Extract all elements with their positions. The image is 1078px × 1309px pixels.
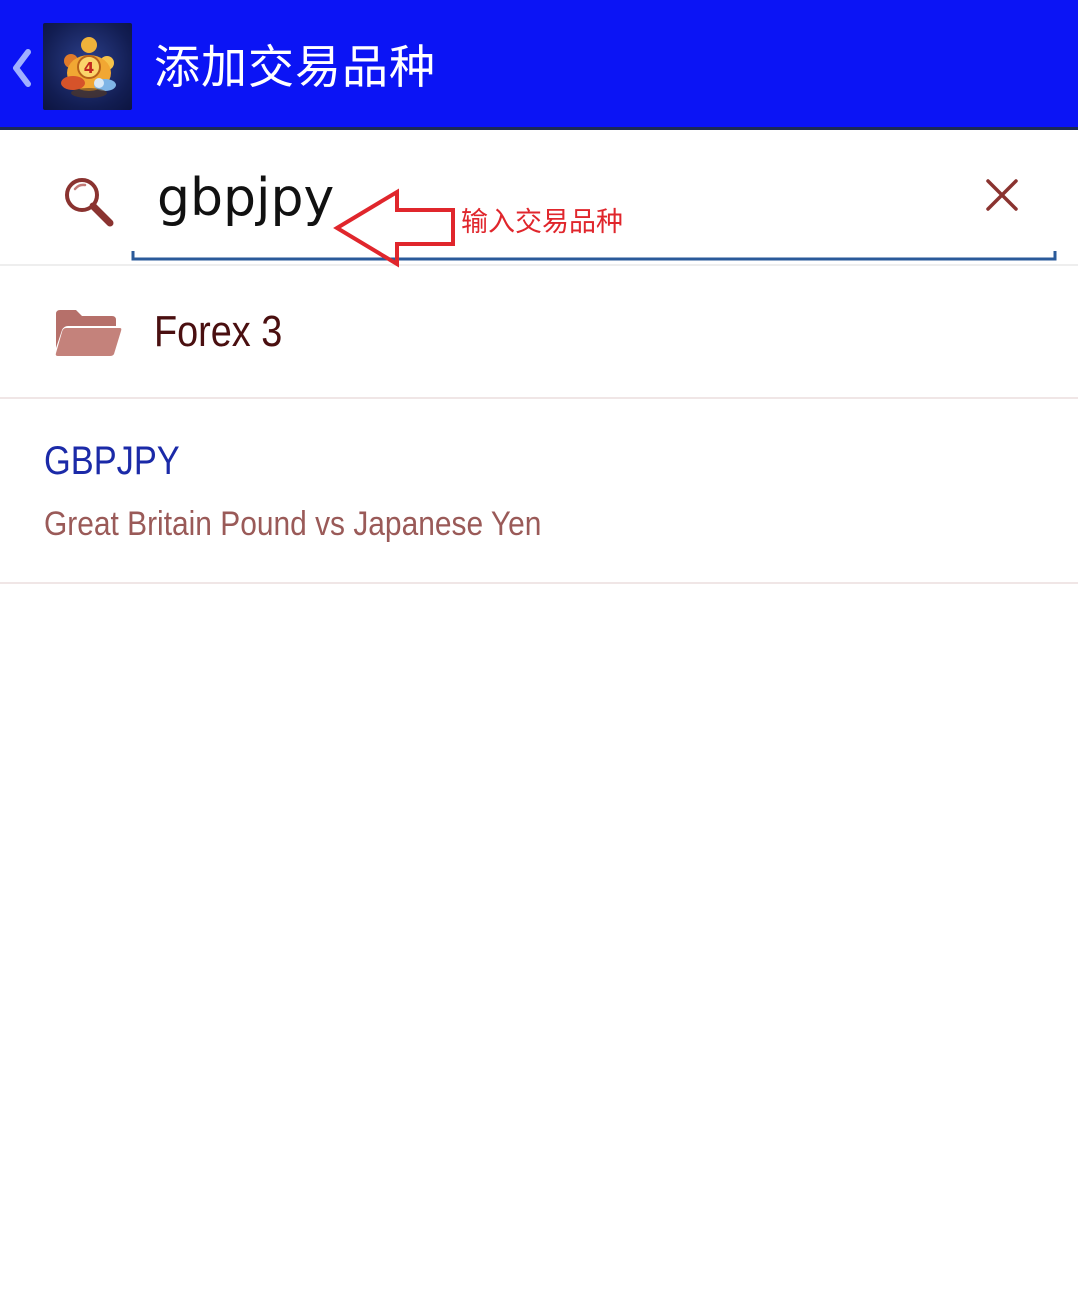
folder-item[interactable]: Forex 3 [0,266,1078,399]
add-symbol-screen: 4 添加交易品种 输入交易品种 [0,0,1078,1309]
search-icon [65,178,114,227]
search-bar [0,133,1078,266]
search-input-underline [131,251,1057,261]
symbol-description: Great Britain Pound vs Japanese Yen [44,505,542,543]
metatrader-4-logo-icon: 4 [43,23,132,110]
folder-label: Forex 3 [154,307,283,356]
folder-open-icon [55,310,122,356]
chevron-left-icon [13,49,31,87]
svg-text:4: 4 [84,59,94,77]
symbol-name: GBPJPY [44,439,180,483]
clear-search-button[interactable] [980,173,1024,217]
app-bar: 4 添加交易品种 [0,0,1078,130]
left-arrow-icon [333,188,455,268]
page-title: 添加交易品种 [154,40,436,94]
back-button[interactable] [6,40,38,96]
close-icon [986,179,1018,211]
symbol-list-item[interactable]: GBPJPY Great Britain Pound vs Japanese Y… [0,399,1078,584]
annotation-text: 输入交易品种 [461,207,623,238]
